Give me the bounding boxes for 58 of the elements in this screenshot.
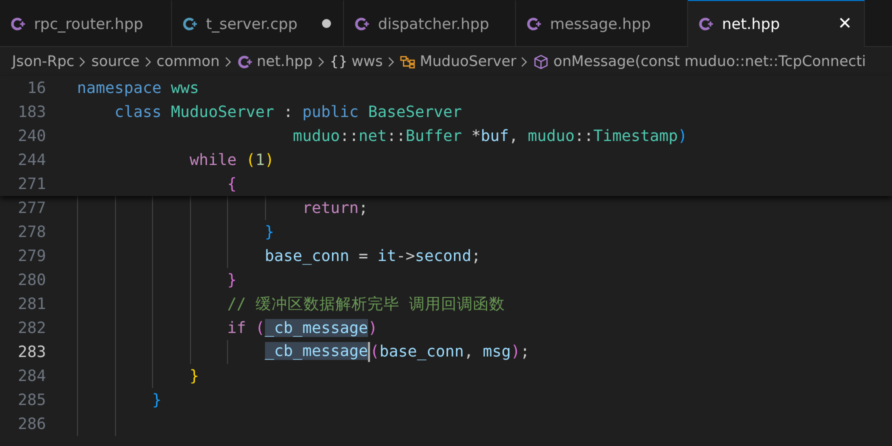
line-number: 279 (16, 247, 46, 265)
line-number: 271 (16, 175, 46, 193)
chevron-right-icon (316, 54, 326, 68)
code-line: } (264, 223, 274, 241)
code-line: _cb_message(base_conn, msg); (264, 342, 530, 362)
line-number: 284 (16, 367, 46, 385)
line-number: 278 (16, 223, 46, 241)
breadcrumb-item[interactable]: wws (352, 54, 383, 70)
line-number: 286 (16, 415, 46, 433)
editor-tab[interactable]: net.hpp ✕ (688, 0, 865, 47)
code-line: muduo::net::Buffer *buf, muduo::Timestamp) (292, 127, 688, 145)
tab-label: dispatcher.hpp (378, 14, 490, 32)
breadcrumb-item[interactable]: Json-Rpc (12, 54, 74, 70)
code-line: } (226, 271, 237, 289)
line-number: 280 (16, 271, 46, 289)
line-number: 183 (16, 103, 46, 121)
code-line: { (226, 175, 237, 193)
code-line: class MuduoServer : public BaseServer (114, 103, 462, 121)
code-line: // 缓冲区数据解析完毕 调用回调函数 (226, 294, 505, 314)
code-line: if (_cb_message) (226, 319, 378, 337)
code-line: } (151, 391, 162, 409)
tab-label: net.hpp (722, 15, 781, 33)
line-number: 282 (16, 319, 46, 337)
code-line: base_conn = it->second; (264, 247, 481, 265)
code-line: while (1) (188, 151, 274, 169)
tab-label: t_server.cpp (206, 14, 299, 32)
cube-icon (533, 54, 550, 70)
code-line: } (188, 367, 200, 385)
breadcrumb-item[interactable]: common (156, 54, 220, 70)
line-number: 283 (16, 343, 46, 361)
tab-label: rpc_router.hpp (34, 14, 144, 32)
line-number: 277 (16, 199, 46, 217)
breadcrumb-item[interactable]: MuduoServer (420, 54, 516, 70)
breadcrumb-item[interactable]: source (91, 54, 140, 70)
class-icon (400, 54, 416, 70)
chevron-right-icon (144, 54, 153, 68)
line-number: 285 (16, 391, 46, 409)
breadcrumb-item[interactable]: net.hpp (256, 54, 313, 70)
cpp-file-icon (10, 16, 26, 32)
tab-label: message.hpp (550, 14, 652, 32)
chevron-right-icon (78, 54, 88, 68)
code-line: return; (301, 199, 368, 217)
chevron-right-icon (520, 54, 530, 68)
cpp-file-icon (698, 16, 714, 32)
line-number: 281 (16, 295, 46, 313)
namespace-symbol: {} (330, 54, 348, 70)
code-line: namespace wws (77, 79, 200, 97)
chevron-right-icon (386, 54, 396, 68)
cpp-file-icon (236, 54, 253, 70)
close-button[interactable]: ✕ (838, 14, 852, 34)
line-number: 240 (16, 127, 46, 145)
breadcrumb-item[interactable]: onMessage(const muduo::net::TcpConnecti (553, 54, 866, 70)
line-number: 16 (26, 79, 46, 97)
cpp-file-icon (182, 16, 198, 32)
line-number: 244 (16, 151, 46, 169)
cpp-file-icon (526, 16, 542, 32)
chevron-right-icon (224, 54, 233, 68)
cpp-file-icon (354, 16, 370, 32)
